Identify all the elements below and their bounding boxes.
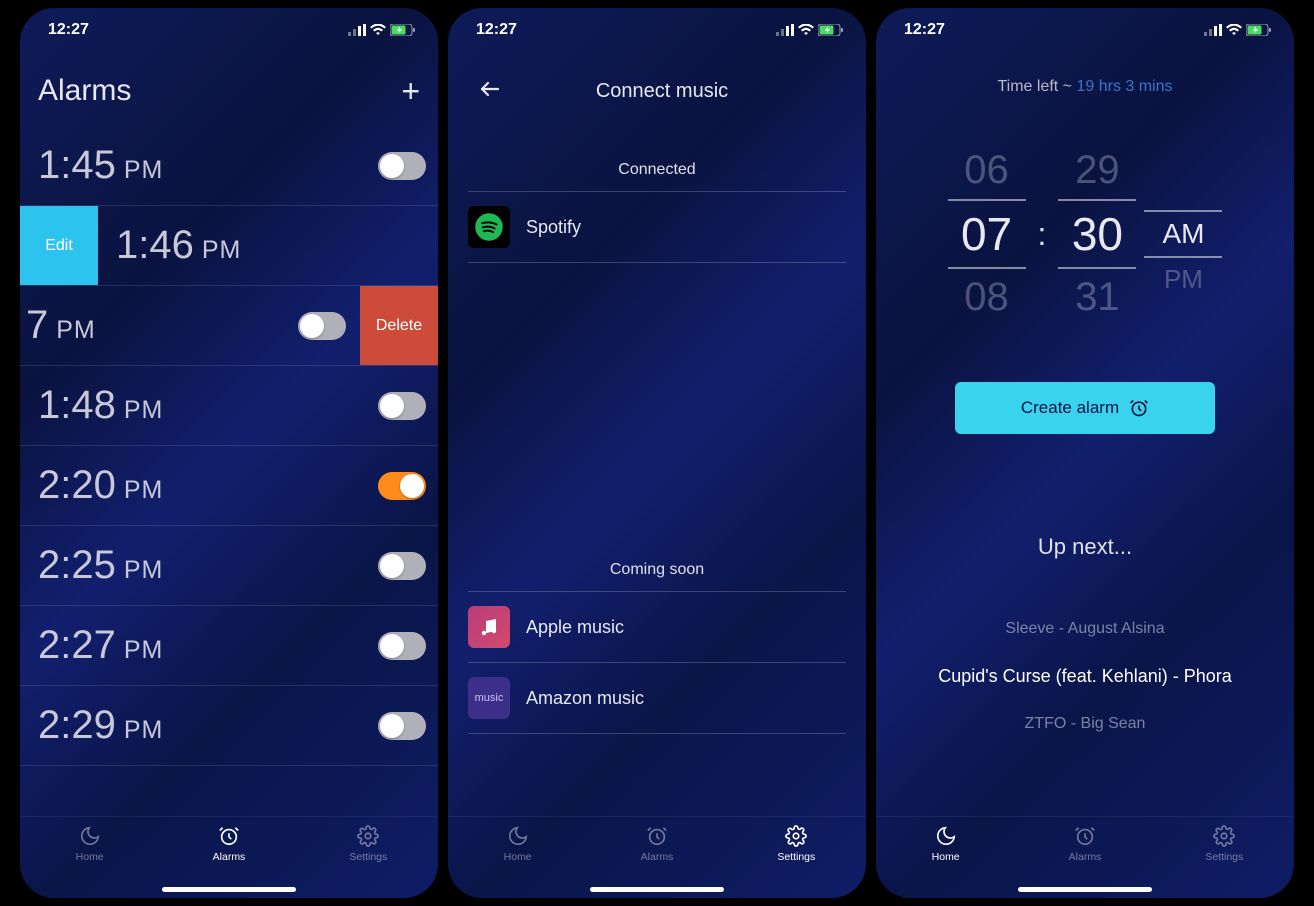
tab-alarms[interactable]: Alarms <box>597 825 717 863</box>
alarm-toggle[interactable] <box>298 312 346 340</box>
battery-charging-icon <box>390 24 416 36</box>
alarms-content: Alarms + 1:45PM Edit 1:46PM 7PM Delete 1… <box>20 52 438 816</box>
tab-bar: Home Alarms Settings <box>20 816 438 898</box>
music-content: Connect music Connected Spotify Coming s… <box>448 52 866 816</box>
time-separator: : <box>1034 216 1051 253</box>
moon-icon <box>935 825 957 847</box>
alarm-toggle[interactable] <box>378 472 426 500</box>
create-alarm-screen: 12:27 Time left ~ 19 hrs 3 mins 06 07 08… <box>876 8 1294 898</box>
status-icons <box>348 24 416 36</box>
alarm-row[interactable]: 1:45PM <box>20 126 438 206</box>
connected-section-label: Connected <box>468 123 846 192</box>
minute-picker[interactable]: 29 30 31 <box>1058 142 1136 326</box>
time-picker[interactable]: 06 07 08 : 29 30 31 . AM PM <box>876 142 1294 326</box>
gear-icon <box>357 825 379 847</box>
tab-alarms[interactable]: Alarms <box>169 825 289 863</box>
status-time: 12:27 <box>904 21 1204 39</box>
create-content: Time left ~ 19 hrs 3 mins 06 07 08 : 29 … <box>876 52 1294 816</box>
alarm-toggle[interactable] <box>378 152 426 180</box>
cellular-icon <box>1204 24 1222 36</box>
amazon-music-icon: music <box>468 677 510 719</box>
status-time: 12:27 <box>48 21 348 39</box>
wifi-icon <box>798 24 814 36</box>
moon-icon <box>507 825 529 847</box>
time-left-label: Time left ~ 19 hrs 3 mins <box>876 52 1294 106</box>
track-item[interactable]: Sleeve - August Alsina <box>876 606 1294 652</box>
status-icons <box>1204 24 1272 36</box>
gear-icon <box>1213 825 1235 847</box>
track-item[interactable]: ZTFO - Big Sean <box>876 701 1294 747</box>
alarm-row[interactable]: 2:27PM <box>20 606 438 686</box>
alarm-toggle[interactable] <box>378 552 426 580</box>
delete-button[interactable]: Delete <box>360 286 438 365</box>
music-service-amazon[interactable]: music Amazon music <box>468 663 846 734</box>
status-time: 12:27 <box>476 21 776 39</box>
alarm-clock-icon <box>1074 825 1096 847</box>
tab-home[interactable]: Home <box>30 825 150 863</box>
alarm-toggle[interactable] <box>378 712 426 740</box>
track-item[interactable]: Cupid's Curse (feat. Kehlani) - Phora <box>876 652 1294 701</box>
tab-alarms[interactable]: Alarms <box>1025 825 1145 863</box>
ampm-picker[interactable]: . AM PM <box>1144 167 1222 301</box>
page-title: Connect music <box>478 80 846 103</box>
tab-bar: Home Alarms Settings <box>876 816 1294 898</box>
alarm-row[interactable]: 7PM Delete <box>20 286 438 366</box>
wifi-icon <box>1226 24 1242 36</box>
home-indicator[interactable] <box>590 887 724 892</box>
connect-music-screen: 12:27 Connect music Connected Spotify Co… <box>448 8 866 898</box>
alarm-row[interactable]: 2:29PM <box>20 686 438 766</box>
track-list[interactable]: Sleeve - August Alsina Cupid's Curse (fe… <box>876 606 1294 747</box>
tab-settings[interactable]: Settings <box>1164 825 1284 863</box>
status-bar: 12:27 <box>448 8 866 52</box>
page-title: Alarms <box>38 74 401 108</box>
up-next-label: Up next... <box>876 534 1294 560</box>
tab-home[interactable]: Home <box>886 825 1006 863</box>
tab-home[interactable]: Home <box>458 825 578 863</box>
alarm-clock-icon <box>646 825 668 847</box>
alarm-list: 1:45PM Edit 1:46PM 7PM Delete 1:48PM 2:2… <box>20 126 438 766</box>
music-service-label: Apple music <box>526 617 624 638</box>
coming-section-label: Coming soon <box>468 523 846 592</box>
status-icons <box>776 24 844 36</box>
battery-charging-icon <box>1246 24 1272 36</box>
alarm-row[interactable]: 2:20PM <box>20 446 438 526</box>
hour-picker[interactable]: 06 07 08 <box>948 142 1026 326</box>
spotify-icon <box>468 206 510 248</box>
alarm-clock-icon <box>218 825 240 847</box>
alarm-row[interactable]: Edit 1:46PM <box>20 206 438 286</box>
home-indicator[interactable] <box>162 887 296 892</box>
wifi-icon <box>370 24 386 36</box>
tab-bar: Home Alarms Settings <box>448 816 866 898</box>
apple-music-icon <box>468 606 510 648</box>
back-button[interactable] <box>478 77 502 106</box>
status-bar: 12:27 <box>20 8 438 52</box>
create-alarm-button[interactable]: Create alarm <box>955 382 1215 434</box>
arrow-left-icon <box>478 77 502 101</box>
home-indicator[interactable] <box>1018 887 1152 892</box>
cellular-icon <box>348 24 366 36</box>
alarm-toggle[interactable] <box>378 392 426 420</box>
tab-settings[interactable]: Settings <box>308 825 428 863</box>
alarm-row[interactable]: 1:48PM <box>20 366 438 446</box>
status-bar: 12:27 <box>876 8 1294 52</box>
alarms-screen: 12:27 Alarms + 1:45PM Edit 1:46PM 7PM De… <box>20 8 438 898</box>
add-alarm-button[interactable]: + <box>401 75 420 107</box>
moon-icon <box>79 825 101 847</box>
gear-icon <box>785 825 807 847</box>
music-service-label: Spotify <box>526 217 581 238</box>
music-service-apple[interactable]: Apple music <box>468 592 846 663</box>
cellular-icon <box>776 24 794 36</box>
alarm-toggle[interactable] <box>378 632 426 660</box>
battery-charging-icon <box>818 24 844 36</box>
tab-settings[interactable]: Settings <box>736 825 856 863</box>
alarm-row[interactable]: 2:25PM <box>20 526 438 606</box>
alarm-clock-icon <box>1129 398 1149 418</box>
music-service-label: Amazon music <box>526 688 644 709</box>
edit-button[interactable]: Edit <box>20 206 98 285</box>
music-service-spotify[interactable]: Spotify <box>468 192 846 263</box>
